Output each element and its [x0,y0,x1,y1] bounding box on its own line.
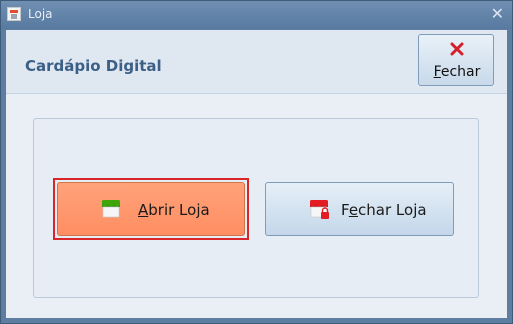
store-closed-icon [310,200,329,219]
actions-panel: Abrir Loja Fechar Loja [33,118,479,298]
title-bar[interactable]: Loja ✕ [1,1,512,29]
loja-window: Loja ✕ Cardápio Digital Fechar Abrir Loj… [0,0,513,324]
store-open-icon [102,200,120,218]
fechar-loja-label: Fechar Loja [341,201,427,219]
window-close-icon[interactable]: ✕ [491,5,504,23]
fechar-loja-button[interactable]: Fechar Loja [265,182,454,236]
red-x-icon [450,42,464,56]
abrir-loja-button[interactable]: Abrir Loja [57,182,245,236]
app-icon [7,7,21,21]
fechar-button[interactable]: Fechar [418,34,494,86]
fechar-button-label: Fechar [433,64,481,80]
abrir-loja-label: Abrir Loja [138,201,210,219]
window-content: Cardápio Digital Fechar Abrir Loja Fecha… [6,30,507,318]
window-title: Loja [28,7,53,21]
page-title: Cardápio Digital [25,57,162,75]
header-bar: Cardápio Digital Fechar [6,30,507,94]
